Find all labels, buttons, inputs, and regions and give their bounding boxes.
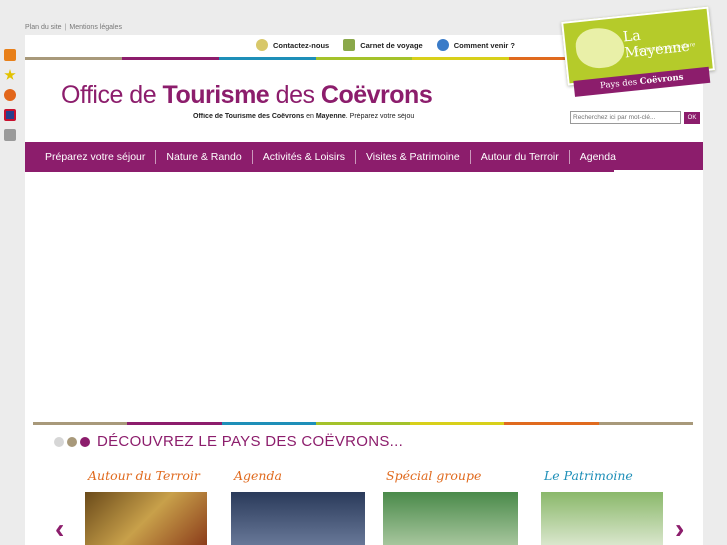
card-image bbox=[383, 492, 518, 545]
travel-notebook-link[interactable]: Carnet de voyage bbox=[343, 39, 423, 51]
legal-link[interactable]: Mentions légales bbox=[69, 24, 122, 31]
print-icon[interactable] bbox=[4, 129, 16, 141]
card-image bbox=[231, 492, 365, 545]
dot-purple bbox=[80, 437, 90, 447]
card-title: Le Patrimoine bbox=[544, 468, 633, 483]
card-title: Autour du Terroir bbox=[88, 468, 200, 483]
nav-item-terroir[interactable]: Autour du Terroir bbox=[471, 150, 570, 164]
site-tagline: Office de Tourisme des Coëvrons en Mayen… bbox=[193, 113, 415, 120]
page-container: Contactez-nous Carnet de voyage Comment … bbox=[25, 35, 704, 545]
site-title[interactable]: Office de Tourisme des Coëvrons bbox=[61, 81, 433, 110]
discover-heading: DÉCOUVREZ LE PAYS DES COËVRONS... bbox=[97, 433, 404, 450]
nav-item-visites[interactable]: Visites & Patrimoine bbox=[356, 150, 471, 164]
top-utility-links: Plan du site | Mentions légales bbox=[25, 24, 122, 31]
star-icon[interactable] bbox=[4, 69, 16, 80]
search-button[interactable]: OK bbox=[684, 111, 700, 124]
card-title: Spécial groupe bbox=[386, 468, 482, 483]
notebook-icon bbox=[343, 39, 356, 51]
search-form: OK bbox=[570, 111, 700, 124]
nav-item-agenda[interactable]: Agenda bbox=[570, 150, 626, 164]
color-stripe-bottom bbox=[33, 422, 693, 425]
directions-link[interactable]: Comment venir ? bbox=[436, 39, 515, 51]
logo-title: La Mayenne bbox=[622, 27, 691, 62]
dot-beige bbox=[67, 437, 77, 447]
card-terroir[interactable]: Autour du Terroir bbox=[85, 468, 207, 545]
english-flag-icon[interactable] bbox=[4, 109, 16, 121]
sitemap-link[interactable]: Plan du site bbox=[25, 24, 62, 31]
card-groupe[interactable]: Spécial groupe bbox=[383, 468, 518, 545]
card-patrimoine[interactable]: Le Patrimoine bbox=[541, 468, 663, 545]
hero-slideshow[interactable] bbox=[25, 172, 703, 422]
card-image bbox=[85, 492, 207, 545]
card-image bbox=[541, 492, 663, 545]
search-input[interactable] bbox=[570, 111, 681, 124]
main-nav: Préparez votre séjour Nature & Rando Act… bbox=[25, 142, 703, 172]
add-icon[interactable] bbox=[4, 89, 16, 101]
section-dots bbox=[54, 437, 90, 447]
card-agenda[interactable]: Agenda bbox=[231, 468, 365, 545]
globe-icon bbox=[436, 39, 449, 51]
dot-grey bbox=[54, 437, 64, 447]
contact-link[interactable]: Contactez-nous bbox=[255, 39, 329, 51]
carousel-next-button[interactable]: › bbox=[675, 513, 684, 545]
card-title: Agenda bbox=[234, 468, 282, 483]
carousel-prev-button[interactable]: ‹ bbox=[55, 513, 64, 545]
nav-item-activites[interactable]: Activités & Loisirs bbox=[253, 150, 356, 164]
rss-icon[interactable] bbox=[4, 49, 16, 61]
contact-icon bbox=[255, 39, 268, 51]
nav-item-sejour[interactable]: Préparez votre séjour bbox=[35, 150, 157, 164]
mayenne-logo[interactable]: La Mayenne Enchantée par nature Pays des… bbox=[561, 6, 717, 103]
share-sidebar bbox=[4, 49, 19, 149]
map-icon bbox=[574, 25, 627, 71]
nav-item-nature[interactable]: Nature & Rando bbox=[156, 150, 253, 164]
